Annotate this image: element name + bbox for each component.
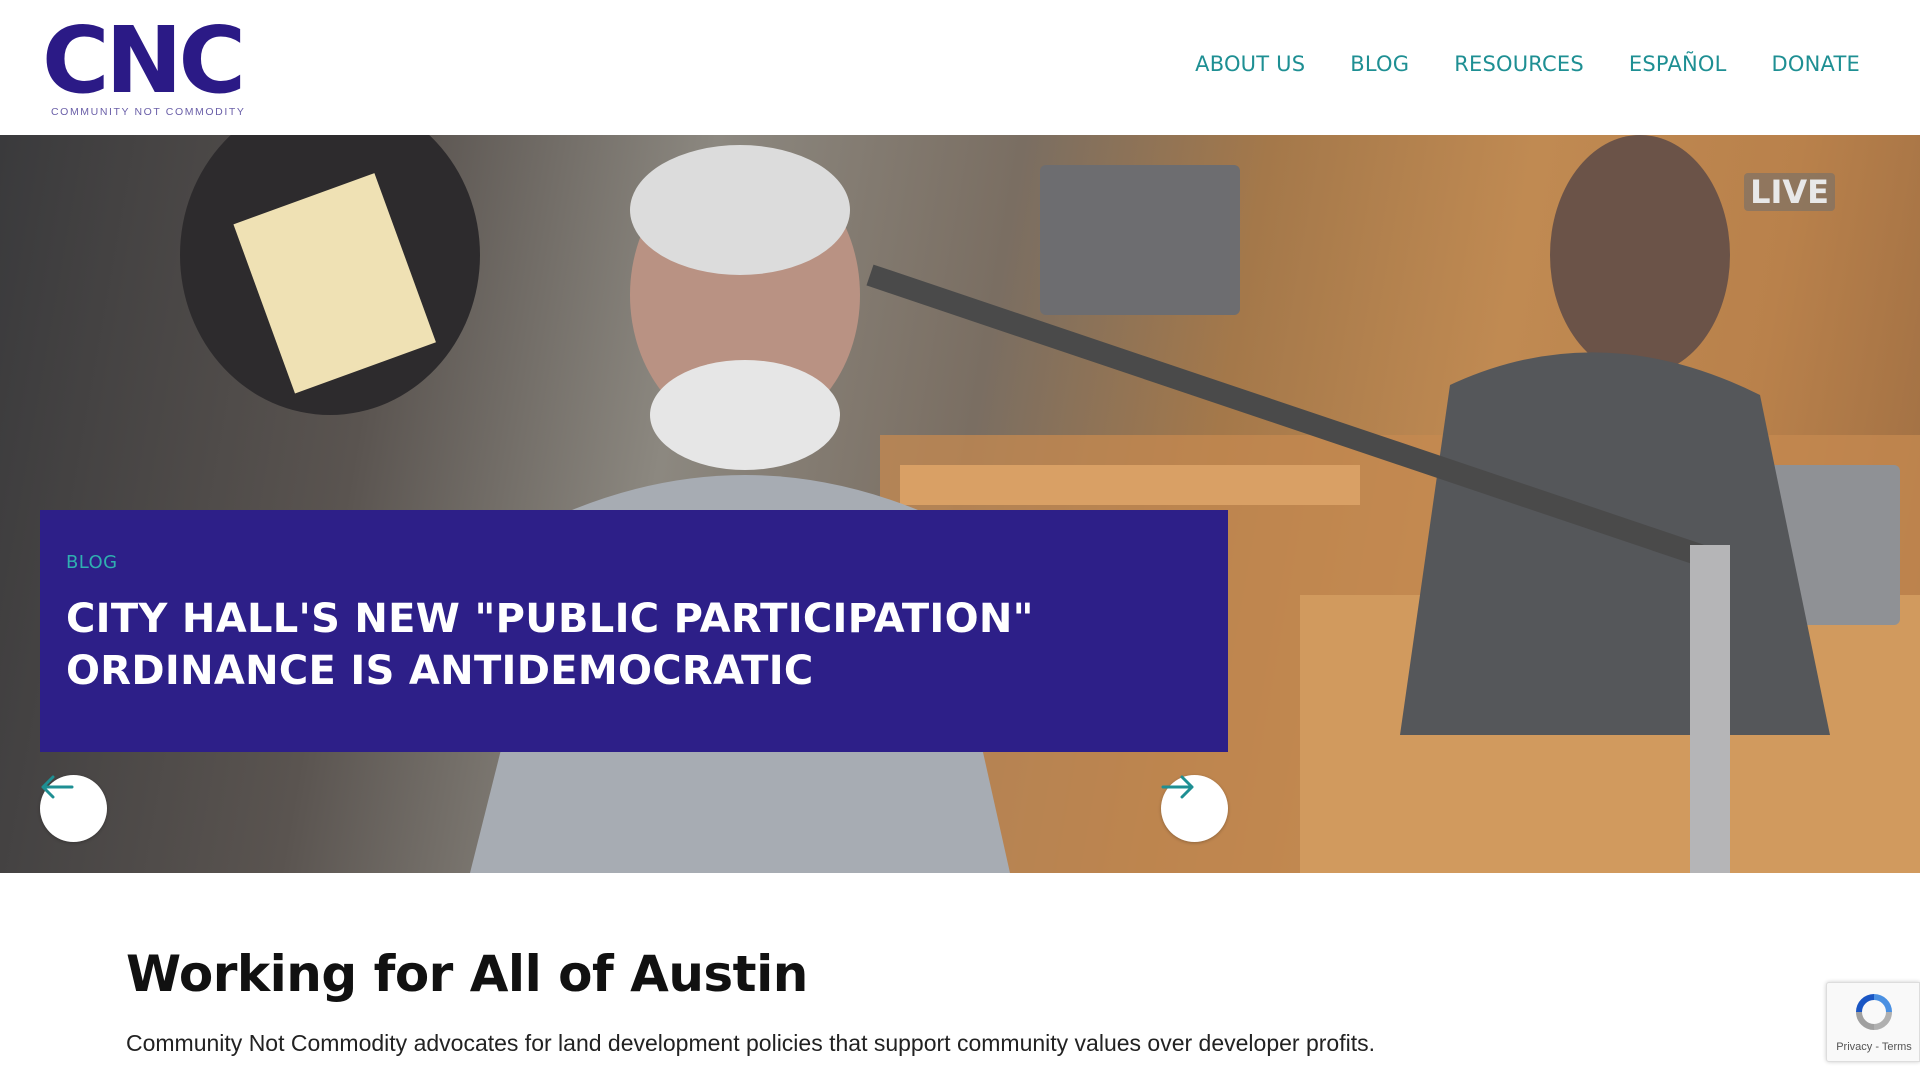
logo-mark: CNC (42, 7, 246, 114)
logo-tagline: COMMUNITY NOT COMMODITY (51, 106, 246, 118)
arrow-left-icon (41, 775, 74, 799)
page-intro: Community Not Commodity advocates for la… (126, 1030, 1375, 1056)
live-badge: LIVE (1744, 173, 1835, 211)
prev-slide-button[interactable] (40, 775, 107, 842)
next-slide-button[interactable] (1161, 775, 1228, 842)
main-nav: ABOUT US BLOG RESOURCES ESPAÑOL DONATE (1195, 52, 1860, 76)
nav-donate[interactable]: DONATE (1772, 52, 1860, 76)
slide-title[interactable]: CITY HALL'S NEW "PUBLIC PARTICIPATION" O… (66, 593, 1126, 697)
page-title: Working for All of Austin (126, 945, 808, 1003)
recaptcha-icon (1856, 994, 1892, 1030)
nav-about-us[interactable]: ABOUT US (1195, 52, 1305, 76)
site-header: CNC COMMUNITY NOT COMMODITY ABOUT US BLO… (0, 0, 1920, 135)
recaptcha-badge[interactable]: Privacy - Terms (1826, 982, 1920, 1062)
arrow-right-icon (1161, 775, 1194, 799)
nav-espanol[interactable]: ESPAÑOL (1629, 52, 1727, 76)
slide-card[interactable]: BLOG CITY HALL'S NEW "PUBLIC PARTICIPATI… (40, 510, 1228, 752)
hero-photo (180, 135, 1920, 873)
site-logo[interactable]: CNC COMMUNITY NOT COMMODITY (42, 7, 246, 120)
nav-resources[interactable]: RESOURCES (1454, 52, 1584, 76)
recaptcha-links[interactable]: Privacy - Terms (1827, 1041, 1920, 1053)
slide-category[interactable]: BLOG (66, 552, 1202, 573)
nav-blog[interactable]: BLOG (1350, 52, 1409, 76)
hero-slider: LIVE BLOG CITY HALL'S NEW "PUBLIC PARTIC… (0, 135, 1920, 873)
